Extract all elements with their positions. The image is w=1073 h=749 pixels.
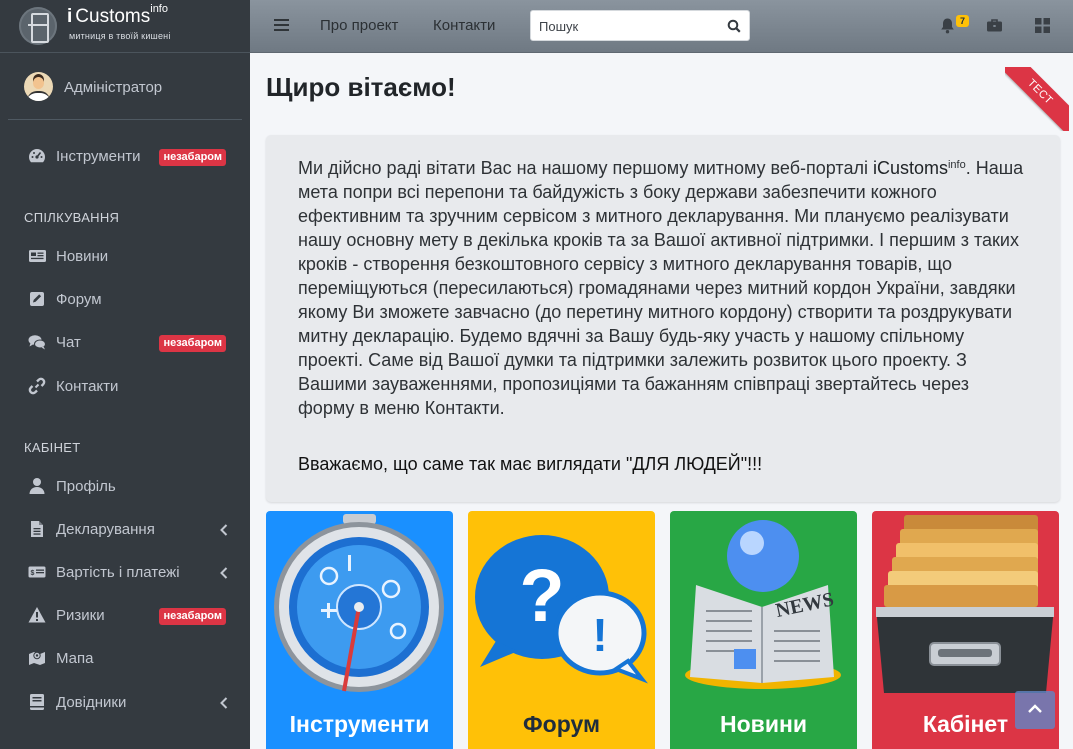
sidebar-item-chat[interactable]: Чат незабаром: [8, 324, 242, 362]
status-badge: незабаром: [159, 335, 226, 352]
tile-label: Інструменти: [289, 711, 430, 737]
sidebar-item-map[interactable]: Мапа: [8, 640, 242, 678]
sidebar-item-contacts[interactable]: Контакти: [8, 368, 242, 406]
sidebar-item-label: Форум: [56, 291, 102, 308]
user-panel[interactable]: Адміністратор: [8, 53, 242, 120]
sidebar-item-directories[interactable]: Довідники: [8, 684, 242, 722]
avatar: [24, 72, 53, 101]
ribbon-label: ТЕСТ: [1005, 67, 1069, 131]
back-to-top-button[interactable]: [1015, 691, 1055, 729]
tile-forum[interactable]: ? ! Форум: [468, 511, 655, 749]
edit-icon: [30, 292, 44, 306]
notifications-badge: 7: [956, 15, 969, 27]
bell-icon[interactable]: [939, 17, 956, 34]
chevron-left-icon: [220, 697, 228, 709]
page-title: Щиро вітаємо!: [266, 72, 456, 102]
sidebar-item-label: Ризики: [56, 607, 105, 624]
search-box: [530, 10, 750, 41]
warning-icon: [28, 607, 46, 623]
money-icon: $: [28, 566, 46, 578]
brand-link[interactable]: i Customsinfo митниця в твоїй кишені: [0, 0, 250, 53]
sidebar-item-label: Контакти: [56, 378, 119, 395]
phone-logo-icon: [19, 7, 57, 45]
user-icon: [29, 478, 45, 494]
map-icon: [29, 651, 45, 665]
sidebar-item-declaring[interactable]: Декларування: [8, 511, 242, 549]
search-icon[interactable]: [727, 19, 741, 33]
stopwatch-icon: [274, 514, 444, 692]
brand-name: i Customsinfo: [67, 3, 168, 27]
nav-header-communication: СПІЛКУВАННЯ: [24, 210, 120, 225]
tachometer-icon: [29, 149, 45, 163]
nav-link-contacts[interactable]: Контакти: [433, 17, 495, 34]
sidebar-item-label: Вартість і платежі: [56, 564, 180, 581]
search-input[interactable]: [539, 17, 719, 35]
book-icon: [30, 694, 44, 710]
file-cabinet-icon: [876, 515, 1054, 693]
sidebar-item-tools[interactable]: Інструменти незабаром: [8, 138, 242, 176]
file-icon: [31, 521, 43, 537]
user-name: Адміністратор: [64, 79, 163, 96]
welcome-text: Ми дійсно раді вітати Вас на нашому перш…: [298, 158, 1024, 418]
chat-bubbles-icon: ? !: [475, 535, 648, 684]
svg-text:!: !: [592, 609, 607, 661]
sidebar-item-cost-payments[interactable]: $ Вартість і платежі: [8, 554, 242, 592]
brand-tagline: митниця в твоїй кишені: [69, 31, 171, 41]
chevron-up-icon: [1028, 704, 1042, 713]
sidebar-item-label: Інструменти: [56, 148, 141, 165]
comments-icon: [28, 335, 46, 350]
sidebar-item-forum[interactable]: Форум: [8, 281, 242, 319]
tile-label: Новини: [720, 711, 807, 737]
nav-link-about[interactable]: Про проект: [320, 17, 398, 34]
feature-tiles: Інструменти ? ! Форум NEWS Новини Кабіне…: [266, 511, 1060, 749]
brand-mention: iCustoms: [872, 158, 948, 178]
sidebar: i Customsinfo митниця в твоїй кишені Адмі…: [0, 0, 250, 749]
news-paper-icon: NEWS: [685, 520, 841, 689]
test-ribbon: ТЕСТ: [1005, 67, 1069, 131]
sidebar-item-label: Довідники: [56, 694, 127, 711]
chevron-left-icon: [220, 524, 228, 536]
sidebar-item-label: Декларування: [56, 521, 155, 538]
sidebar-item-label: Чат: [56, 334, 81, 351]
sidebar-item-news[interactable]: Новини: [8, 238, 242, 276]
hamburger-menu-icon[interactable]: [274, 18, 289, 32]
tile-label: Форум: [523, 711, 600, 737]
grid-apps-icon[interactable]: [1034, 17, 1051, 34]
sidebar-item-profile[interactable]: Профіль: [8, 468, 242, 506]
top-navbar: Про проект Контакти 7: [250, 0, 1073, 53]
tile-tools[interactable]: Інструменти: [266, 511, 453, 749]
sidebar-item-label: Новини: [56, 248, 109, 265]
newspaper-icon: [29, 250, 46, 262]
sidebar-item-label: Профіль: [56, 478, 116, 495]
svg-text:$: $: [31, 570, 35, 577]
welcome-card: Ми дійсно раді вітати Вас на нашому перш…: [266, 135, 1060, 502]
chevron-left-icon: [220, 567, 228, 579]
welcome-closing: Вважаємо, що саме так має виглядати "ДЛЯ…: [298, 454, 763, 474]
briefcase-icon[interactable]: [986, 17, 1003, 34]
status-badge: незабаром: [159, 608, 226, 625]
link-icon: [28, 377, 46, 395]
sidebar-item-risks[interactable]: Ризики незабаром: [8, 597, 242, 635]
sidebar-item-label: Мапа: [56, 650, 94, 667]
nav-header-cabinet: КАБІНЕТ: [24, 440, 81, 455]
status-badge: незабаром: [159, 149, 226, 166]
tile-news[interactable]: NEWS Новини: [670, 511, 857, 749]
